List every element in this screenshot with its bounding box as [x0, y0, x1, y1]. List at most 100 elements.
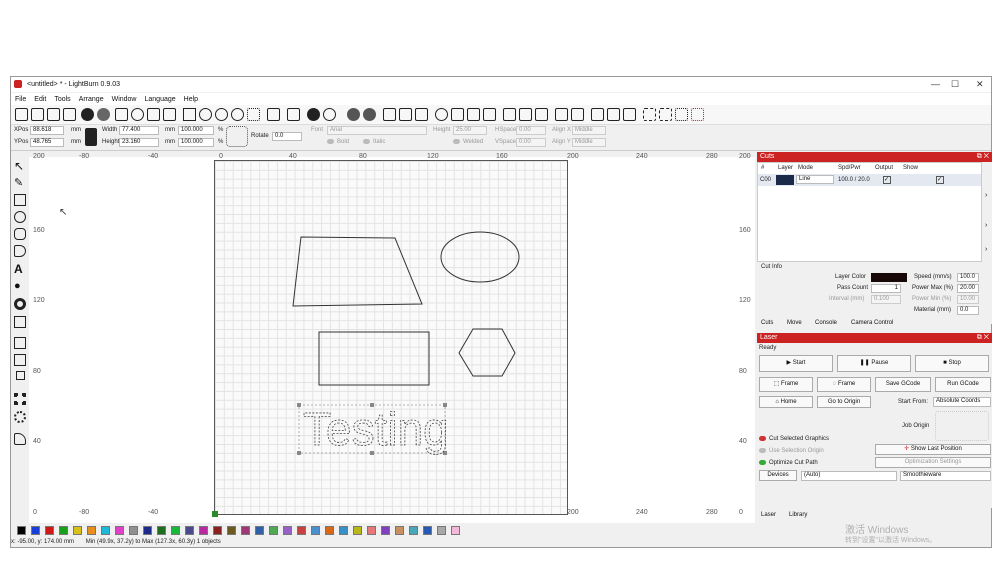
- palette-swatch[interactable]: [311, 526, 320, 535]
- palette-swatch[interactable]: [129, 526, 138, 535]
- layer-color-swatch[interactable]: [776, 175, 794, 185]
- maximize-button[interactable]: ☐: [951, 79, 959, 90]
- cut-selected-toggle[interactable]: Cut Selected Graphics: [759, 436, 829, 442]
- monitor-icon[interactable]: [287, 108, 300, 121]
- design-canvas[interactable]: 200 160 120 80 40 0 200 160 120 80 40 0 …: [29, 153, 755, 523]
- center-icon[interactable]: [675, 108, 688, 121]
- move-icon[interactable]: [183, 108, 196, 121]
- tab-camera-control[interactable]: Camera Control: [851, 320, 893, 326]
- minimize-button[interactable]: —: [931, 79, 940, 89]
- align-center-icon[interactable]: [467, 108, 480, 121]
- select-pointer-icon[interactable]: ↖: [14, 159, 26, 173]
- palette-swatch[interactable]: [353, 526, 362, 535]
- export-icon[interactable]: [97, 108, 110, 121]
- align-middle-icon[interactable]: [519, 108, 532, 121]
- layer-more-icon[interactable]: ›: [985, 246, 987, 253]
- palette-swatch[interactable]: [325, 526, 334, 535]
- interval-input[interactable]: 0.100: [871, 295, 901, 304]
- palette-swatch[interactable]: [381, 526, 390, 535]
- menu-window[interactable]: Window: [112, 96, 137, 103]
- hspace-input[interactable]: 0.00: [516, 126, 546, 135]
- xpos-input[interactable]: 88.618: [30, 126, 64, 135]
- testing-text-object[interactable]: Testing: [303, 403, 450, 456]
- layer-down-icon[interactable]: ›: [985, 222, 987, 229]
- ellipse-shape[interactable]: [440, 231, 520, 283]
- lock-icon[interactable]: [85, 128, 97, 146]
- tab-console[interactable]: Console: [815, 320, 837, 326]
- optimization-settings-button[interactable]: Optimization Settings: [875, 457, 991, 468]
- scale-y-input[interactable]: 100.000: [178, 138, 214, 147]
- font-select[interactable]: Arial: [327, 126, 427, 135]
- italic-toggle[interactable]: Italic: [363, 139, 385, 145]
- polygon-tool-icon[interactable]: [14, 228, 26, 240]
- anchor-grid-icon[interactable]: [226, 126, 248, 147]
- menu-tools[interactable]: Tools: [54, 96, 70, 103]
- tab-cuts[interactable]: Cuts: [761, 320, 773, 326]
- palette-swatch[interactable]: [269, 526, 278, 535]
- boolean-union-icon[interactable]: [14, 337, 26, 349]
- palette-swatch[interactable]: [409, 526, 418, 535]
- scale-x-input[interactable]: 100.000: [178, 126, 214, 135]
- align-left-icon[interactable]: [451, 108, 464, 121]
- cuts-table[interactable]: # Layer Mode Spd/Pwr Output Show C00 Lin…: [757, 162, 982, 262]
- selection-handle[interactable]: [297, 403, 301, 407]
- position-laser-icon[interactable]: ●: [14, 280, 26, 292]
- save-file-icon[interactable]: [47, 108, 60, 121]
- palette-swatch[interactable]: [157, 526, 166, 535]
- alignx-select[interactable]: Middle: [572, 126, 606, 135]
- job-origin-grid[interactable]: [935, 411, 989, 441]
- tab-move[interactable]: Move: [787, 320, 802, 326]
- zoom-in-icon[interactable]: [199, 108, 212, 121]
- paste-icon[interactable]: [147, 108, 160, 121]
- corner-tl-icon[interactable]: [643, 108, 656, 121]
- palette-swatch[interactable]: [31, 526, 40, 535]
- frame-circle-button[interactable]: ◌ Frame: [817, 377, 871, 392]
- vspace-input[interactable]: 0.00: [516, 138, 546, 147]
- menu-language[interactable]: Language: [145, 96, 176, 103]
- distribute-v-icon[interactable]: [571, 108, 584, 121]
- zoom-page-icon[interactable]: [247, 108, 260, 121]
- edit-nodes-icon[interactable]: ✎: [14, 176, 26, 189]
- frame-rect-button[interactable]: ⬚ Frame: [759, 377, 813, 392]
- align-top-icon[interactable]: [503, 108, 516, 121]
- layer-up-icon[interactable]: ›: [985, 192, 987, 199]
- work-area-grid[interactable]: Testing: [212, 160, 568, 517]
- palette-swatch[interactable]: [255, 526, 264, 535]
- material-input[interactable]: 0.0: [957, 306, 979, 315]
- start-from-select[interactable]: Absolute Coords: [933, 397, 991, 407]
- send-icon[interactable]: [415, 108, 428, 121]
- device-select[interactable]: Smoothieware: [900, 471, 991, 481]
- copy-icon[interactable]: [115, 108, 128, 121]
- distribute-h-icon[interactable]: [555, 108, 568, 121]
- palette-swatch[interactable]: [115, 526, 124, 535]
- palette-swatch[interactable]: [17, 526, 26, 535]
- palette-swatch[interactable]: [367, 526, 376, 535]
- boolean-intersect-icon[interactable]: [16, 371, 25, 380]
- tab-tool-icon[interactable]: [14, 433, 26, 445]
- bold-toggle[interactable]: Bold: [327, 139, 349, 145]
- rectangle-tool-icon[interactable]: [14, 194, 26, 206]
- settings-gear-icon[interactable]: [307, 108, 320, 121]
- show-last-position-button[interactable]: ✛ Show Last Position: [875, 444, 991, 455]
- palette-swatch[interactable]: [283, 526, 292, 535]
- run-gcode-button[interactable]: Run GCode: [935, 377, 991, 392]
- menu-file[interactable]: File: [15, 96, 26, 103]
- flip-horizontal-icon[interactable]: [383, 108, 396, 121]
- menu-arrange[interactable]: Arrange: [79, 96, 104, 103]
- go-to-origin-button[interactable]: Go to Origin: [817, 396, 871, 408]
- palette-swatch[interactable]: [185, 526, 194, 535]
- font-height-input[interactable]: 25.00: [453, 126, 487, 135]
- new-file-icon[interactable]: [15, 108, 28, 121]
- palette-swatch[interactable]: [227, 526, 236, 535]
- palette-swatch[interactable]: [395, 526, 404, 535]
- target-icon[interactable]: [435, 108, 448, 121]
- hexagon-shape[interactable]: [458, 328, 516, 377]
- users-icon[interactable]: [347, 108, 360, 121]
- save-as-icon[interactable]: [63, 108, 76, 121]
- height-input[interactable]: 23.160: [119, 138, 159, 147]
- space-v-icon[interactable]: [607, 108, 620, 121]
- crosshair-icon[interactable]: [691, 108, 704, 121]
- power-min-input[interactable]: 10.00: [957, 295, 979, 304]
- align-right-icon[interactable]: [483, 108, 496, 121]
- mode-select[interactable]: Line: [796, 175, 834, 184]
